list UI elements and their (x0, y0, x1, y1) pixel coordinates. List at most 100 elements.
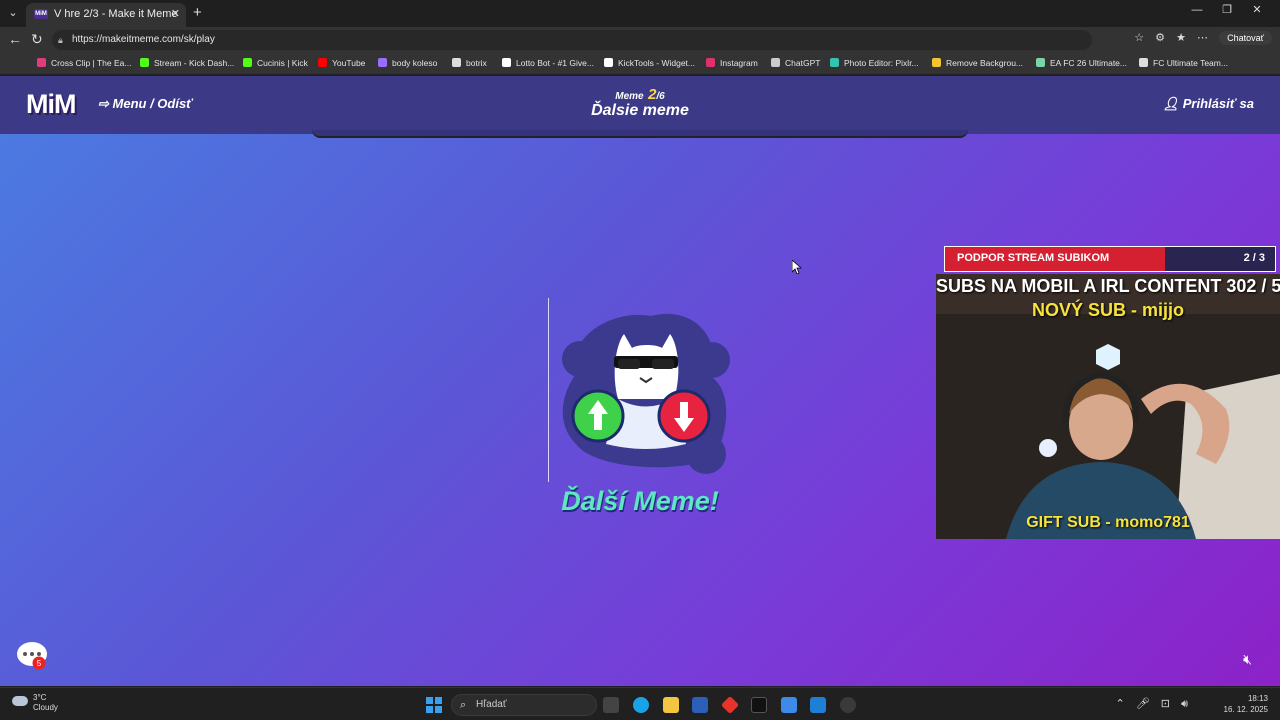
notes-icon[interactable] (781, 697, 797, 713)
bookmark-label: KickTools - Widget... (618, 58, 695, 68)
meme-counter-prefix: Meme (615, 91, 644, 102)
bookmark-label: EA FC 26 Ultimate... (1050, 58, 1127, 68)
bookmark-favicon-icon (830, 58, 839, 67)
site-header: MiM ⇨ Menu / Odísť Meme 2/6 Ďalsie meme … (0, 76, 1280, 138)
sub-goal-text: SUBS NA MOBIL A IRL CONTENT 302 / 500 (936, 276, 1280, 296)
bookmark-item[interactable]: EA FC 26 Ultimate... (1036, 57, 1127, 70)
stream-overlay: PODPOR STREAM SUBIKOM 2 / 3 SUBS NA MOBI… (936, 246, 1280, 539)
edge-icon[interactable] (633, 697, 649, 713)
bookmark-label: Cross Clip | The Ea... (51, 58, 132, 68)
tiktok-icon[interactable] (751, 697, 767, 713)
chat-unread-badge: 5 (37, 659, 42, 668)
photos-icon[interactable] (810, 697, 826, 713)
bookmark-item[interactable]: Stream - Kick Dash... (140, 57, 234, 70)
back-icon[interactable]: ← (8, 31, 22, 47)
bookmark-item[interactable]: Remove Backgrou... (932, 57, 1023, 70)
close-window-icon[interactable]: ✕ (1242, 3, 1272, 16)
windows-start-icon[interactable] (426, 697, 442, 713)
bookmark-favicon-icon (706, 58, 715, 67)
sub-goal-label: PODPOR STREAM SUBIKOM (957, 252, 1110, 264)
browser-tab-active[interactable]: MiM V hre 2/3 - Make it Meme ✕ (26, 3, 186, 27)
volume-icon[interactable]: 🔊︎ (1181, 698, 1188, 710)
gift-sub-alert: GIFT SUB - momo781 (1026, 514, 1190, 531)
taskbar-clock[interactable]: 18:13 16. 12. 2025 (1224, 693, 1268, 715)
system-tray: ⌃ 🎤︎ ⊡ 🔊︎ (1107, 697, 1188, 711)
store-icon[interactable] (692, 697, 708, 713)
mim-favicon-icon: MiM (34, 9, 48, 20)
bookmark-item[interactable]: Cucinis | Kick (243, 57, 308, 70)
copilot-chat-button[interactable]: Chatovať (1219, 31, 1272, 45)
mouse-cursor-icon (792, 260, 802, 274)
url-text: https://makeitmeme.com/sk/play (72, 34, 215, 45)
bookmark-label: body koleso (392, 58, 438, 68)
bookmark-favicon-icon (1139, 58, 1148, 67)
bookmark-label: Photo Editor: Pixlr... (844, 58, 919, 68)
bookmark-item[interactable]: botrix (452, 57, 487, 70)
restore-icon[interactable]: ❐ (1212, 3, 1242, 16)
new-tab-icon[interactable]: + (193, 4, 202, 21)
bookmark-label: botrix (466, 58, 487, 68)
game-page: MiM ⇨ Menu / Odísť Meme 2/6 Ďalsie meme … (0, 76, 1280, 686)
more-options-icon[interactable]: ⋯ (1197, 32, 1208, 44)
bookmark-label: Stream - Kick Dash... (154, 58, 235, 68)
bookmark-favicon-icon (771, 58, 780, 67)
bookmarks-bar: Cross Clip | The Ea... Stream - Kick Dash… (0, 53, 1280, 75)
browser-tab-bar: ⌄ MiM V hre 2/3 - Make it Meme ✕ + — ❐ ✕ (0, 0, 1280, 27)
refresh-icon[interactable]: ↻ (31, 31, 43, 48)
bookmark-item[interactable]: Photo Editor: Pixlr... (830, 57, 919, 70)
bookmark-label: FC Ultimate Team... (1153, 58, 1228, 68)
tray-chevron-icon[interactable]: ⌃ (1115, 698, 1124, 710)
clock-date: 16. 12. 2025 (1223, 705, 1268, 714)
search-icon: ⌕ (460, 699, 467, 711)
bookmark-label: Cucinis | Kick (257, 58, 308, 68)
bookmark-item[interactable]: Lotto Bot - #1 Give... (502, 57, 594, 70)
bookmark-item[interactable]: FC Ultimate Team... (1139, 57, 1228, 70)
url-field[interactable]: 🔒︎ https://makeitmeme.com/sk/play (52, 30, 1092, 50)
obs-icon[interactable] (840, 697, 856, 713)
tab-actions-menu-icon[interactable]: ⌄ (4, 4, 22, 22)
bookmark-item[interactable]: Instagram (706, 57, 758, 70)
microphone-icon[interactable]: 🎤︎ (1136, 698, 1150, 710)
app-red-icon[interactable] (720, 695, 740, 715)
network-icon[interactable]: ⊡ (1161, 698, 1170, 710)
bookmark-item[interactable]: body koleso (378, 57, 437, 70)
bookmark-favicon-icon (502, 58, 511, 67)
favorites-star-icon[interactable]: ☆ (1134, 32, 1144, 44)
bookmark-favicon-icon (1036, 58, 1045, 67)
login-label: Prihlásiť sa (1182, 96, 1254, 111)
collections-icon[interactable]: ★ (1176, 32, 1186, 44)
text-caret-line (548, 298, 549, 482)
weather-desc: Cloudy (33, 703, 58, 712)
chat-button[interactable]: 5 (16, 641, 48, 671)
login-button[interactable]: 👤︎ Prihlásiť sa (1163, 96, 1254, 112)
bookmark-item[interactable]: Cross Clip | The Ea... (37, 57, 131, 70)
mute-speaker-icon[interactable]: 🔇︎ (1243, 651, 1252, 668)
weather-widget[interactable]: 3°C Cloudy (12, 693, 58, 713)
bookmark-favicon-icon (37, 58, 46, 67)
bookmark-item[interactable]: ChatGPT (771, 57, 820, 70)
bookmark-favicon-icon (604, 58, 613, 67)
bookmark-item[interactable]: YouTube (318, 57, 365, 70)
header-progress-bar (312, 130, 968, 138)
bookmark-label: Instagram (720, 58, 758, 68)
extensions-icon[interactable]: ⚙ (1155, 32, 1165, 44)
weather-temp: 3°C (33, 693, 47, 702)
file-explorer-icon[interactable] (663, 697, 679, 713)
header-title: Ďalsie meme (591, 102, 689, 119)
close-tab-icon[interactable]: ✕ (171, 3, 180, 25)
sub-goal-count: 2 / 3 (1243, 252, 1265, 264)
user-icon: 👤︎ (1162, 96, 1183, 111)
window-controls: — ❐ ✕ (1182, 3, 1272, 16)
bookmark-favicon-icon (452, 58, 461, 67)
sub-goal-bar: PODPOR STREAM SUBIKOM 2 / 3 (944, 246, 1276, 272)
minimize-icon[interactable]: — (1182, 4, 1212, 16)
task-view-icon[interactable] (603, 697, 619, 713)
new-sub-alert: NOVÝ SUB - mijjo (1031, 300, 1184, 320)
taskbar-search[interactable]: ⌕ Hľadať (451, 694, 597, 716)
tab-title: V hre 2/3 - Make it Meme (54, 8, 178, 20)
bookmark-item[interactable]: KickTools - Widget... (604, 57, 695, 70)
address-bar-row: ← ↻ 🔒︎ https://makeitmeme.com/sk/play ☆ … (0, 27, 1280, 53)
cloud-icon (12, 696, 28, 706)
bookmark-favicon-icon (378, 58, 387, 67)
bookmark-favicon-icon (932, 58, 941, 67)
